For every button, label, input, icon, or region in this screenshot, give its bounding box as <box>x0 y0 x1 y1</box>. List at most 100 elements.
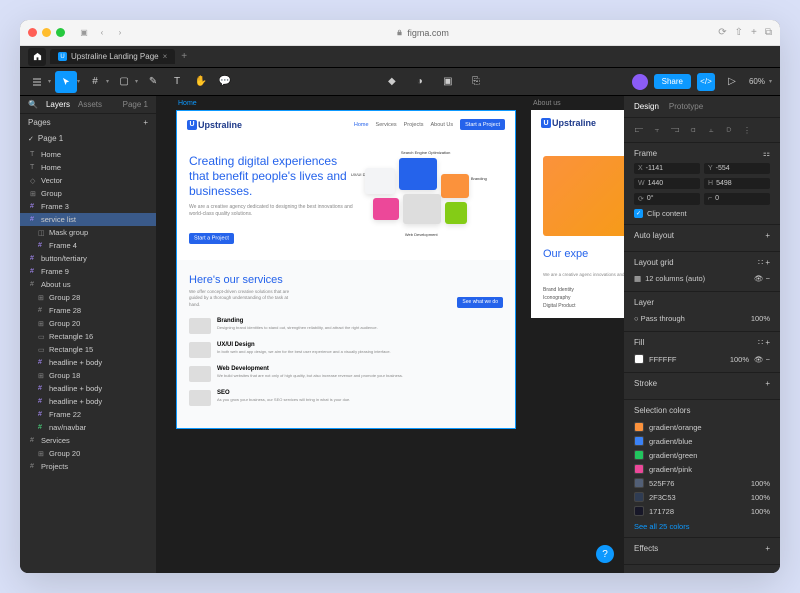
layers-tab[interactable]: Layers <box>46 100 70 109</box>
add-autolayout-icon[interactable]: + <box>765 231 770 240</box>
layer-item[interactable]: #Frame 9 <box>20 265 156 278</box>
layer-item[interactable]: #Projects <box>20 460 156 473</box>
frame-label[interactable]: About us <box>533 100 561 107</box>
dev-mode-button[interactable]: </> <box>697 73 715 91</box>
layer-item[interactable]: ◫Mask group <box>20 226 156 239</box>
pen-tool[interactable]: ✎ <box>142 71 164 93</box>
fill-hex[interactable]: FFFFFF <box>649 355 677 364</box>
layer-item[interactable]: ⊞Group 28 <box>20 291 156 304</box>
main-menu-icon[interactable] <box>26 71 48 93</box>
chevron-down-icon[interactable]: ▾ <box>135 78 138 85</box>
new-file-tab[interactable]: + <box>181 51 187 62</box>
see-all-colors-link[interactable]: See all 25 colors <box>634 522 770 531</box>
color-style-row[interactable]: gradient/orange <box>634 420 770 434</box>
layer-item[interactable]: THome <box>20 148 156 161</box>
text-tool[interactable]: T <box>166 71 188 93</box>
tabs-icon[interactable]: ⧉ <box>765 27 772 38</box>
minimize-window[interactable] <box>42 28 51 37</box>
layer-item[interactable]: ◇Vector <box>20 174 156 187</box>
new-tab-icon[interactable]: + <box>751 27 757 38</box>
layer-item[interactable]: #nav/navbar <box>20 421 156 434</box>
page-selector[interactable]: Page 1 <box>123 100 148 109</box>
layer-item[interactable]: ▭Rectangle 16 <box>20 330 156 343</box>
align-left-icon[interactable]: ⫍ <box>632 123 646 137</box>
canvas[interactable]: Home UUpstraline Home Services Projects … <box>156 96 624 573</box>
forward-icon[interactable]: › <box>113 26 127 40</box>
height-input[interactable]: H5498 <box>704 178 770 189</box>
color-style-row[interactable]: gradient/green <box>634 448 770 462</box>
prototype-tab[interactable]: Prototype <box>669 102 703 111</box>
add-page-icon[interactable]: + <box>143 118 148 127</box>
fill-swatch[interactable] <box>634 354 644 364</box>
sidebar-toggle-icon[interactable]: ▣ <box>77 26 91 40</box>
add-effect-icon[interactable]: + <box>765 544 770 553</box>
figma-home-button[interactable] <box>28 48 46 66</box>
layer-item[interactable]: #service list <box>20 213 156 226</box>
chevron-down-icon[interactable]: ▾ <box>769 78 772 85</box>
align-bottom-icon[interactable]: ⫐ <box>722 123 736 137</box>
file-tab[interactable]: U Upstraline Landing Page × <box>50 49 175 64</box>
add-fill-icon[interactable]: ∷ + <box>758 338 770 347</box>
shape-tool[interactable]: ▢ <box>113 71 135 93</box>
artboard-about[interactable]: UUpstraline Our expe We are a creative a… <box>531 110 624 318</box>
assets-tab[interactable]: Assets <box>78 100 102 109</box>
artboard-home[interactable]: UUpstraline Home Services Projects About… <box>176 110 516 429</box>
layer-item[interactable]: #headline + body <box>20 356 156 369</box>
frame-options-icon[interactable]: ⚏ <box>763 149 770 158</box>
fill-visibility-icon[interactable]: 👁 − <box>754 355 770 364</box>
layer-item[interactable]: #button/tertiary <box>20 252 156 265</box>
layer-item[interactable]: #Frame 28 <box>20 304 156 317</box>
close-window[interactable] <box>28 28 37 37</box>
help-button[interactable]: ? <box>596 545 614 563</box>
chevron-down-icon[interactable]: ▾ <box>48 78 51 85</box>
grid-visibility-icon[interactable]: 👁 − <box>754 274 770 283</box>
chevron-down-icon[interactable]: ▾ <box>106 78 109 85</box>
blend-mode[interactable]: Pass through <box>641 314 685 323</box>
back-icon[interactable]: ‹ <box>95 26 109 40</box>
layer-item[interactable]: ⊞Group <box>20 187 156 200</box>
color-style-row[interactable]: gradient/blue <box>634 434 770 448</box>
layer-item[interactable]: #headline + body <box>20 382 156 395</box>
layer-item[interactable]: THome <box>20 161 156 174</box>
fill-opacity[interactable]: 100% <box>730 355 749 364</box>
color-raw-row[interactable]: 171728100% <box>634 504 770 518</box>
layer-item[interactable]: ⊞Group 18 <box>20 369 156 382</box>
share-button[interactable]: Share <box>654 74 691 89</box>
present-icon[interactable]: ▷ <box>721 71 743 93</box>
layer-item[interactable]: #Frame 3 <box>20 200 156 213</box>
y-input[interactable]: Y-554 <box>704 163 770 174</box>
add-grid-icon[interactable]: ∷ + <box>758 258 770 267</box>
add-stroke-icon[interactable]: + <box>765 379 770 388</box>
url-display[interactable]: figma.com <box>396 28 449 38</box>
frame-tool[interactable]: # <box>84 71 106 93</box>
radius-input[interactable]: ⌐0 <box>704 193 770 205</box>
component-icon[interactable]: ◆ <box>381 71 403 93</box>
mask-icon[interactable]: ◑ <box>409 71 431 93</box>
align-hcenter-icon[interactable]: ⫟ <box>650 123 664 137</box>
rotation-input[interactable]: ⟳0° <box>634 193 700 205</box>
layer-item[interactable]: ▭Rectangle 15 <box>20 343 156 356</box>
frame-label[interactable]: Home <box>178 100 197 107</box>
layer-item[interactable]: #Frame 4 <box>20 239 156 252</box>
layer-item[interactable]: #Frame 22 <box>20 408 156 421</box>
distribute-icon[interactable]: ⋮ <box>740 123 754 137</box>
reload-icon[interactable]: ⟳ <box>718 27 726 38</box>
layer-item[interactable]: #headline + body <box>20 395 156 408</box>
user-avatar[interactable] <box>632 74 648 90</box>
x-input[interactable]: X-1141 <box>634 163 700 174</box>
page-item[interactable]: ✓ Page 1 <box>20 131 156 146</box>
color-raw-row[interactable]: 525F76100% <box>634 476 770 490</box>
layer-item[interactable]: #Services <box>20 434 156 447</box>
layer-item[interactable]: #About us <box>20 278 156 291</box>
comment-tool[interactable]: 💬 <box>214 71 236 93</box>
opacity-value[interactable]: 100% <box>751 314 770 323</box>
hand-tool[interactable]: ✋ <box>190 71 212 93</box>
grid-value[interactable]: 12 columns (auto) <box>645 274 705 283</box>
chevron-down-icon[interactable]: ▾ <box>77 78 80 85</box>
link-icon[interactable]: ⎘ <box>465 71 487 93</box>
color-raw-row[interactable]: 2F3C53100% <box>634 490 770 504</box>
align-right-icon[interactable]: ⫎ <box>668 123 682 137</box>
boolean-icon[interactable]: ▣ <box>437 71 459 93</box>
width-input[interactable]: W1440 <box>634 178 700 189</box>
zoom-level[interactable]: 60% <box>749 77 765 86</box>
